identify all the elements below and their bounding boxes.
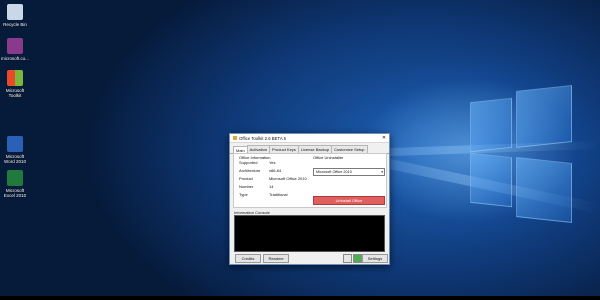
select-value: Microsoft Office 2010	[316, 170, 352, 174]
desktop-icon-label: microsoft.co...	[0, 56, 29, 61]
info-key: Product	[239, 176, 253, 181]
bottom-bar: Credits Readme Settings	[233, 254, 388, 263]
tab-product-keys[interactable]: Product Keys	[269, 145, 299, 153]
tab-license-backup[interactable]: License Backup	[297, 145, 333, 153]
info-value: Yes	[269, 160, 276, 165]
office-uninstaller-title: Office Uninstaller	[313, 155, 344, 160]
readme-button[interactable]: Readme	[263, 254, 289, 263]
desktop-icon-label: Recycle Bin	[3, 22, 27, 27]
winrar-icon	[7, 38, 23, 54]
info-value: x86-64	[269, 168, 282, 173]
chevron-down-icon: ▾	[381, 170, 383, 174]
logo-pane	[516, 85, 572, 148]
logo-pane	[470, 97, 512, 153]
office-version-select[interactable]: Microsoft Office 2010 ▾	[313, 168, 385, 176]
info-key: Architecture	[239, 168, 261, 173]
info-key: Type	[239, 192, 248, 197]
info-row: Number 14	[239, 184, 273, 189]
desktop-icon-archive[interactable]: microsoft.co...	[0, 38, 30, 61]
logo-pane	[516, 157, 572, 223]
tab-customize-setup[interactable]: Customize Setup	[331, 145, 368, 153]
info-row: Supported Yes	[239, 160, 276, 165]
document-icon[interactable]	[343, 254, 352, 263]
toolkit-icon	[7, 70, 23, 86]
word-icon	[7, 136, 23, 152]
uninstall-office-button[interactable]: Uninstall Office	[313, 196, 385, 205]
desktop-icon-word[interactable]: Microsoft Word 2010	[0, 136, 30, 164]
credits-button[interactable]: Credits	[235, 254, 261, 263]
desktop-icon-label: Microsoft Word 2010	[4, 154, 26, 164]
desktop-icon-label: Microsoft Excel 2010	[3, 188, 27, 198]
desktop-icon-excel[interactable]: Microsoft Excel 2010	[0, 170, 30, 198]
info-row: Type Traditional	[239, 192, 288, 197]
excel-icon	[7, 170, 23, 186]
main-panel: Office Information Supported Yes Archite…	[233, 153, 387, 208]
office-toolkit-window: Office Toolkit 2.6 BETA 5 ✕ Main Activat…	[229, 133, 390, 265]
logo-pane	[470, 152, 512, 208]
info-value: 14	[269, 184, 274, 189]
info-row: Architecture x86-64	[239, 168, 281, 173]
recycle-bin-icon	[7, 4, 23, 20]
office-logo-icon[interactable]	[353, 254, 362, 263]
tab-activation[interactable]: Activation	[246, 145, 271, 153]
desktop-icon-toolkit[interactable]: Microsoft Toolkit	[0, 70, 30, 98]
info-value: Traditional	[269, 192, 288, 197]
app-icon	[233, 136, 237, 140]
window-title: Office Toolkit 2.6 BETA 5	[239, 135, 287, 141]
info-row: Product Microsoft Office 2010	[239, 176, 307, 181]
settings-button[interactable]: Settings	[362, 254, 388, 263]
info-key: Supported	[239, 160, 258, 165]
information-console[interactable]	[234, 215, 385, 252]
desktop-icon-label: Microsoft Toolkit	[5, 88, 25, 98]
info-key: Number	[239, 184, 254, 189]
close-icon[interactable]: ✕	[379, 135, 389, 141]
taskbar	[0, 296, 600, 300]
desktop-icon-recycle-bin[interactable]: Recycle Bin	[0, 4, 30, 27]
window-titlebar[interactable]: Office Toolkit 2.6 BETA 5 ✕	[230, 134, 389, 143]
info-value: Microsoft Office 2010	[269, 176, 307, 181]
